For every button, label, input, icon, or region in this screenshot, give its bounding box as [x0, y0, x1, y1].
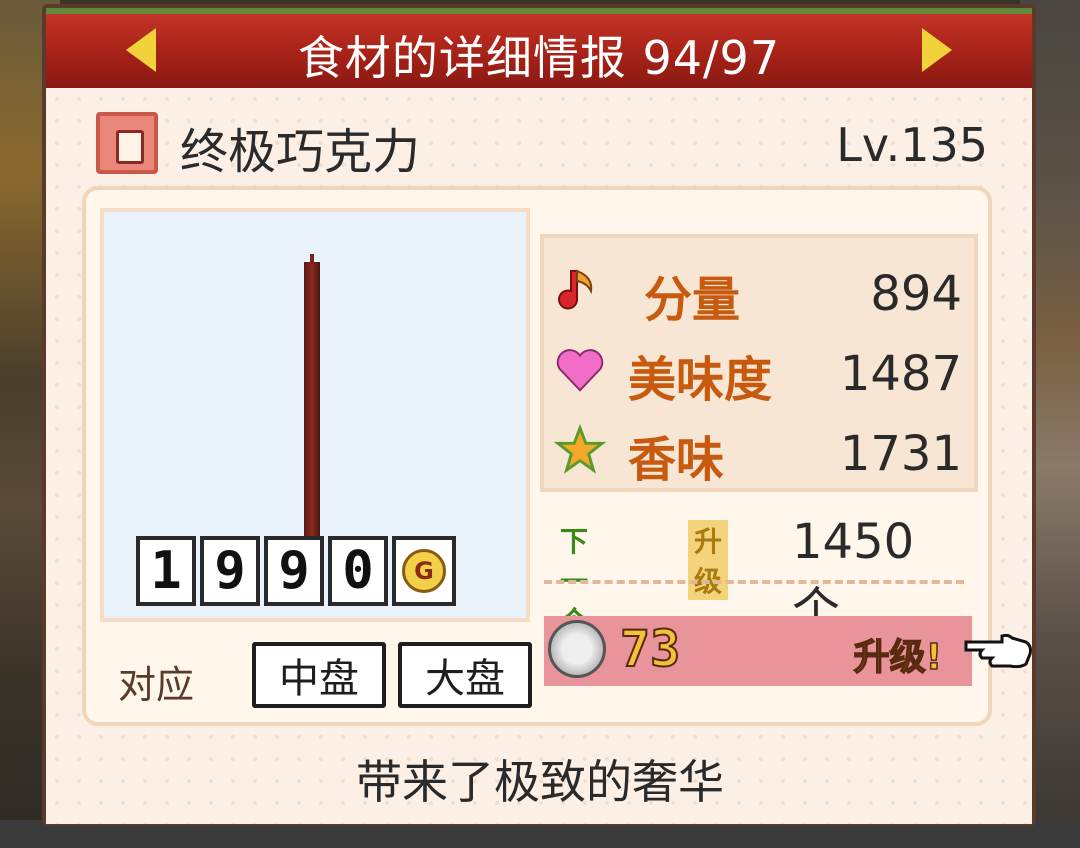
- item-level: Lv.135: [836, 118, 988, 172]
- heart-icon: [554, 344, 606, 396]
- stat-value: 1487: [839, 346, 962, 402]
- price-digit: 1: [136, 536, 196, 606]
- stat-label: 美味度: [628, 352, 773, 408]
- upgrade-label: 升级!: [853, 636, 943, 679]
- chocolate-bar-image: [304, 254, 320, 544]
- pointing-hand-icon: [962, 628, 1034, 672]
- star-icon: [554, 423, 606, 476]
- price-digit: 9: [200, 536, 260, 606]
- stat-value: 894: [870, 266, 962, 322]
- divider: [544, 580, 964, 584]
- medal-icon: [548, 620, 606, 678]
- levelup-tag: 升级: [688, 520, 729, 600]
- price-digit: 0: [328, 536, 388, 606]
- stat-row-portion: 分量 894: [544, 250, 974, 330]
- ingredient-jar-icon: [96, 112, 158, 174]
- medium-plate-button[interactable]: 中盘: [252, 642, 386, 708]
- upgrade-button[interactable]: 73 升级!: [544, 616, 972, 686]
- stat-row-aroma: 香味 1731: [544, 410, 974, 490]
- dialog-title: 食材的详细情报 94/97: [297, 31, 781, 85]
- gold-coin-icon: G: [402, 549, 446, 593]
- gold-currency-box: G: [392, 536, 456, 606]
- music-note-icon: [554, 264, 606, 316]
- stat-label: 分量: [644, 272, 741, 328]
- compat-label: 对应: [118, 663, 195, 707]
- stat-value: 1731: [839, 426, 962, 482]
- upgrade-cost: 73: [619, 619, 681, 679]
- arrow-right-icon[interactable]: [922, 28, 952, 72]
- stats-box: 分量 894 美味度 1487 香味 1731: [540, 234, 978, 492]
- price-digit: 9: [264, 536, 324, 606]
- large-plate-button[interactable]: 大盘: [398, 642, 532, 708]
- price-display: 1 9 9 0 G: [136, 536, 456, 606]
- stat-row-taste: 美味度 1487: [544, 330, 974, 410]
- item-description: 带来了极致的奢华: [356, 755, 724, 809]
- stat-label: 香味: [628, 432, 725, 488]
- title-bar: 食材的详细情报 94/97: [46, 8, 1032, 92]
- item-name: 终极巧克力: [180, 124, 421, 180]
